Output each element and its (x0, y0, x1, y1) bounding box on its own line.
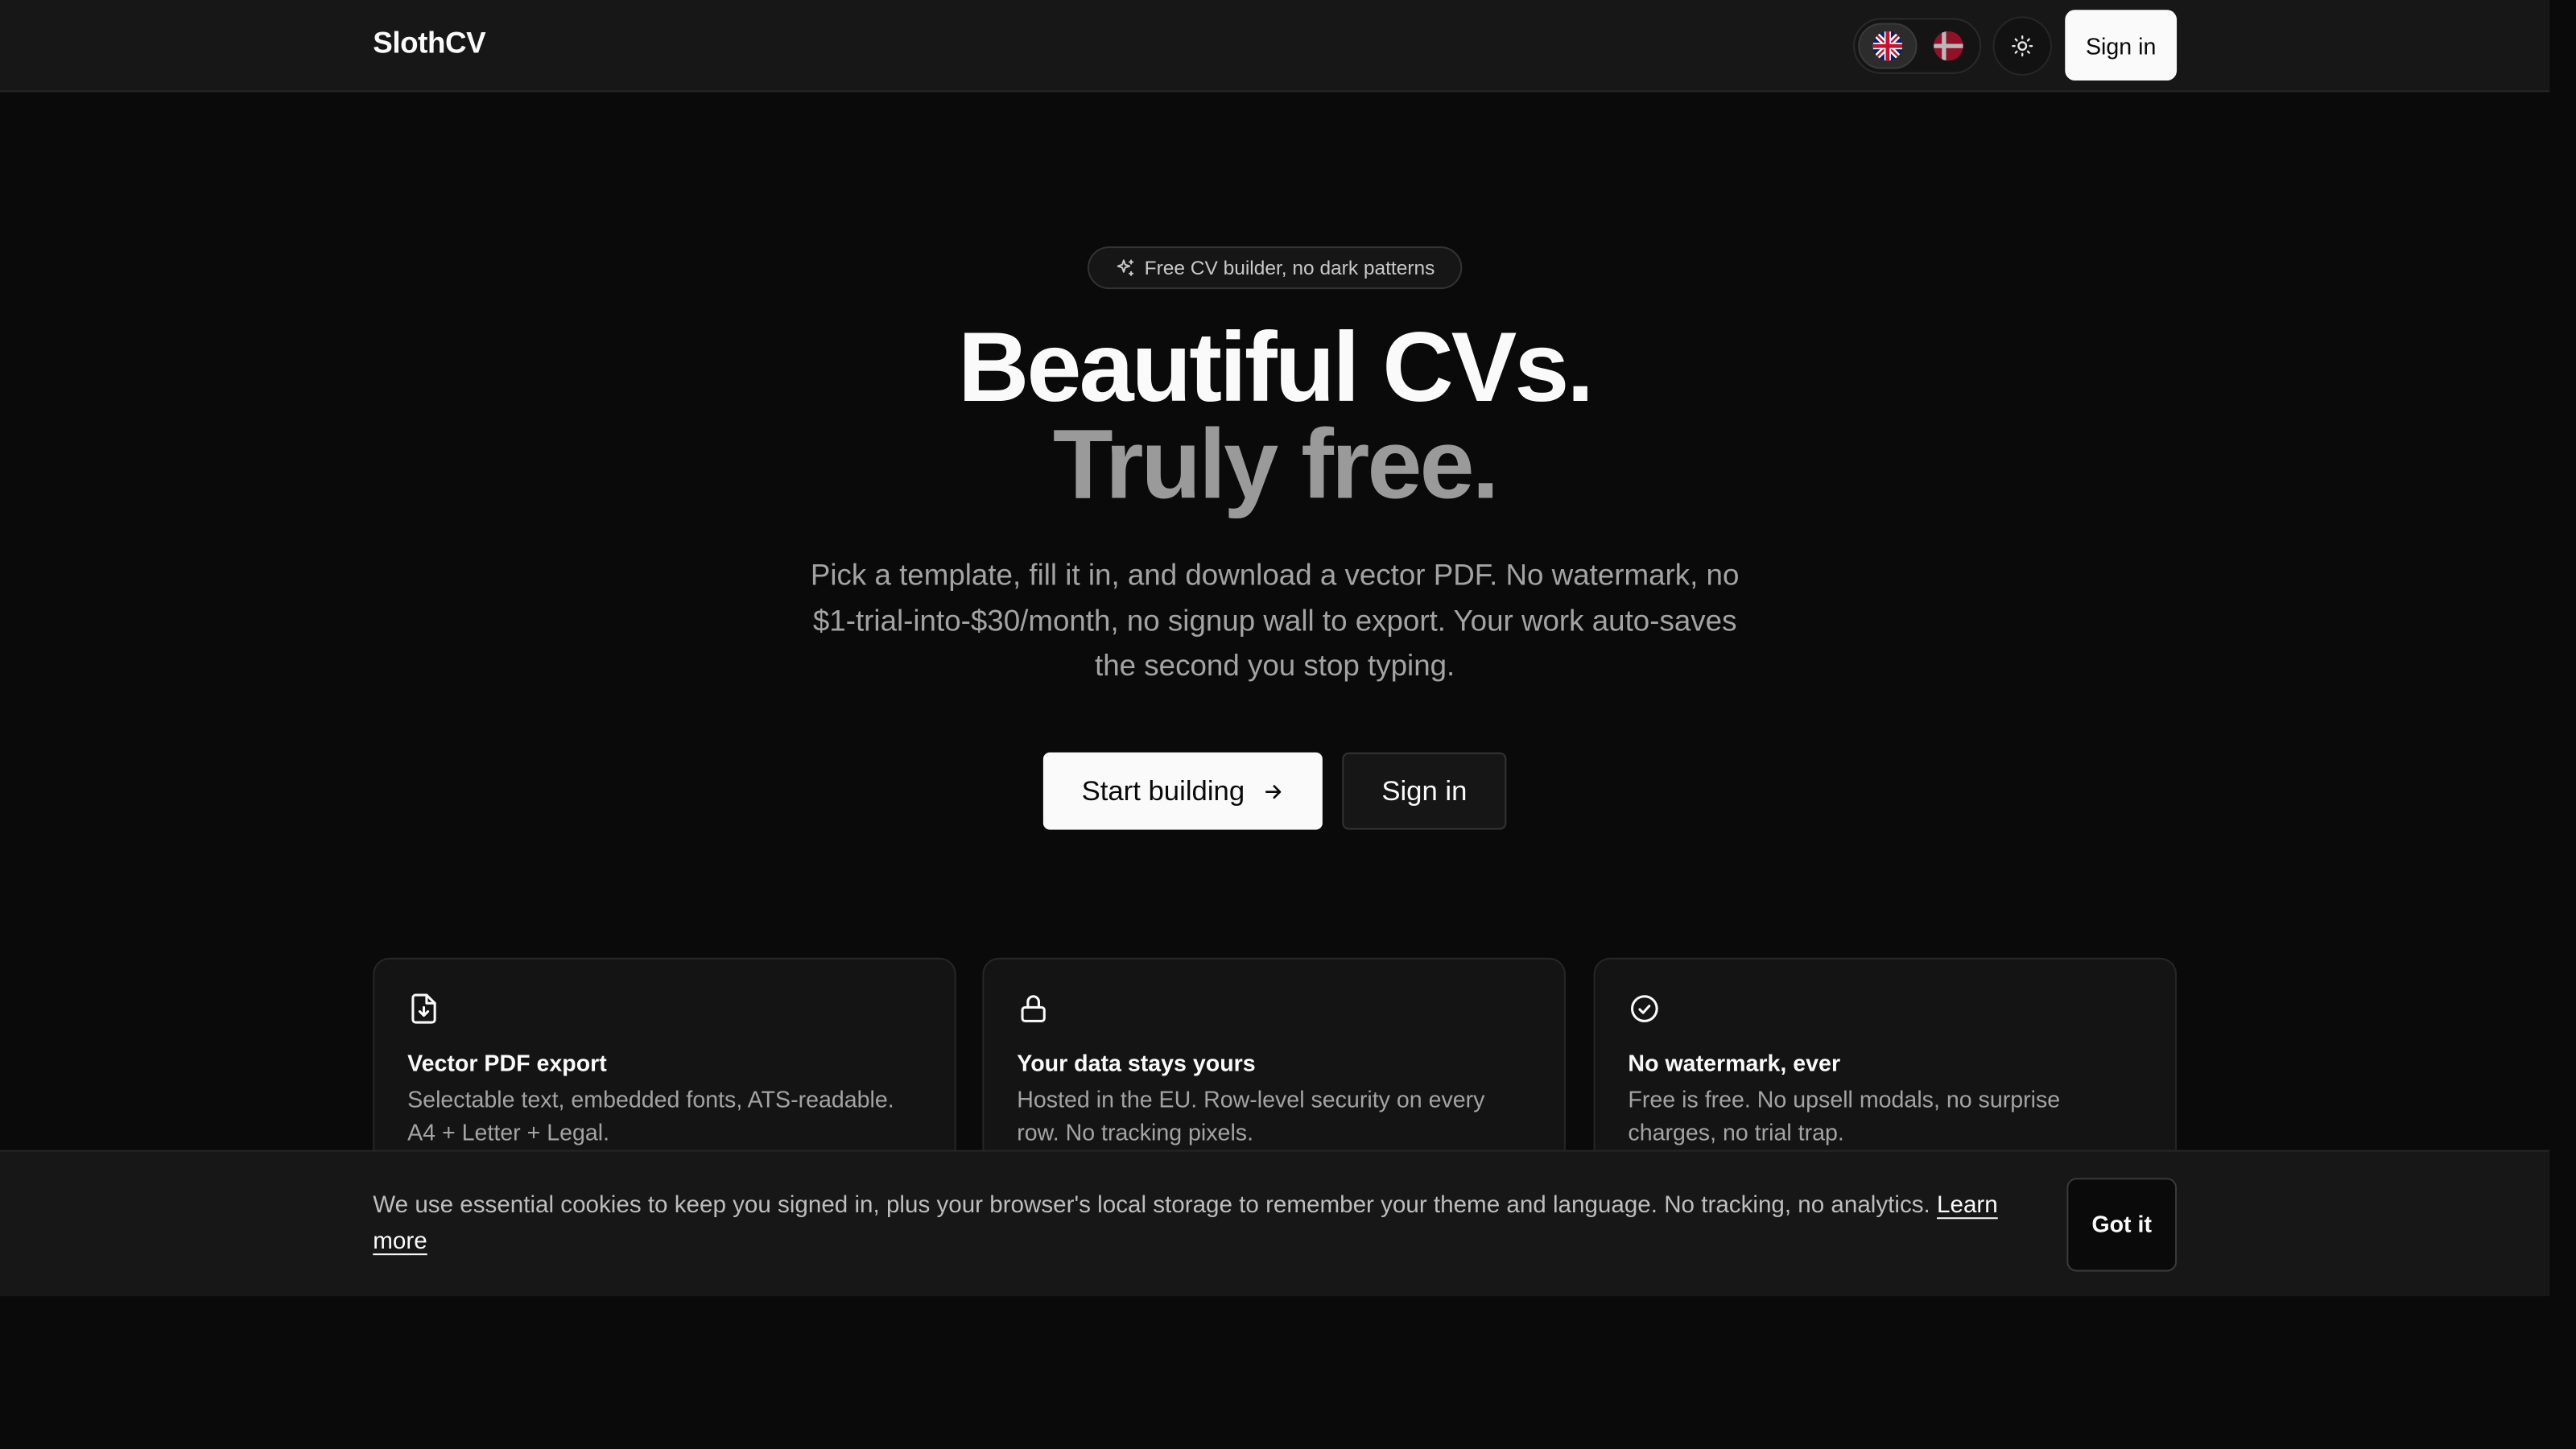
theme-toggle-button[interactable] (1992, 16, 2052, 76)
feature-text: Hosted in the EU. Row-level security on … (1017, 1085, 1485, 1145)
check-circle-icon (1631, 995, 1658, 1022)
language-option-en[interactable] (1858, 23, 1918, 69)
scrollbar[interactable] (2549, 0, 2576, 1449)
start-building-label: Start building (1081, 774, 1245, 807)
header-signin-button[interactable]: Sign in (2065, 10, 2178, 80)
hero-badge-label: Free CV builder, no dark patterns (1144, 256, 1435, 279)
arrow-right-icon (1265, 784, 1281, 799)
feature-title: Vector PDF export (407, 1050, 607, 1076)
language-option-da[interactable] (1919, 23, 1978, 69)
page: SlothCV Sign in Free CV builder, no dark… (0, 0, 2576, 1449)
language-switcher (1853, 18, 1982, 74)
hero-signin-button[interactable]: Sign in (1342, 752, 1507, 830)
brand-logo[interactable]: SlothCV (373, 27, 485, 61)
feature-title: No watermark, ever (1628, 1050, 1841, 1076)
cookie-message: We use essential cookies to keep you sig… (373, 1187, 2024, 1260)
start-building-button[interactable]: Start building (1042, 752, 1323, 830)
cookie-accept-button[interactable]: Got it (2066, 1178, 2178, 1272)
sparkles-icon (1116, 259, 1133, 276)
hero-subtitle: Pick a template, fill it in, and downloa… (810, 558, 1740, 682)
uk-flag-icon (1872, 31, 1903, 61)
cookie-text: We use essential cookies to keep you sig… (373, 1192, 1930, 1220)
denmark-flag-icon (1934, 31, 1963, 61)
feature-title: Your data stays yours (1017, 1050, 1256, 1076)
top-nav: SlothCV Sign in (0, 0, 2550, 93)
cookie-banner: We use essential cookies to keep you sig… (0, 1150, 2550, 1297)
feature-text: Free is free. No upsell modals, no surpr… (1628, 1085, 2061, 1145)
hero-title-line2: Truly free. (1052, 409, 1500, 519)
file-download-icon (411, 993, 436, 1024)
feature-text: Selectable text, embedded fonts, ATS-rea… (407, 1085, 894, 1145)
sun-icon (2012, 35, 2033, 57)
hero-badge: Free CV builder, no dark patterns (1088, 246, 1463, 290)
hero-title-line1: Beautiful CVs. (958, 312, 1594, 423)
lock-icon (1021, 995, 1046, 1022)
